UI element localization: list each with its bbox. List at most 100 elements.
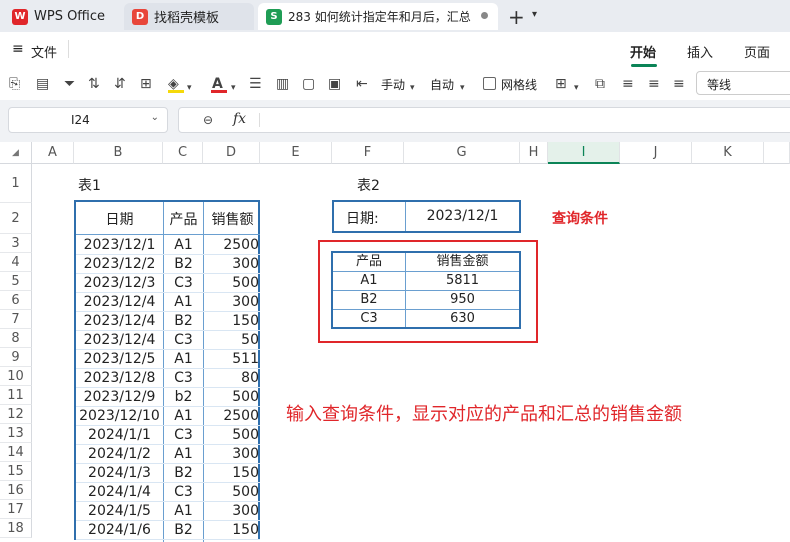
fx-icon[interactable]: fx [233,111,246,127]
comment-icon[interactable]: ▢ [302,75,315,93]
cell-date[interactable]: 2024/1/3 [76,464,163,483]
wrap-icon[interactable]: ☰ [249,75,262,93]
spreadsheet-grid[interactable]: ◢ A B C D E F G H I J K 1 2 3 4 5 6 7 8 … [0,142,790,542]
col-header[interactable]: E [260,142,332,164]
row-header[interactable]: 6 [0,291,32,310]
format-painter-icon[interactable]: ⎘ [9,75,20,93]
cell-sales[interactable]: 80 [204,369,259,388]
col-header[interactable]: C [163,142,203,164]
row-header[interactable]: 15 [0,462,32,481]
cell-sales[interactable]: 2500 [204,407,259,426]
sort-ascending-icon[interactable]: ⇅ [88,75,100,93]
row-col-icon[interactable]: ▣ [328,75,341,93]
cell-product[interactable]: B2 [164,521,203,540]
table-style-icon[interactable]: ⊞ [555,75,567,93]
align-center-icon[interactable]: ≡ [648,75,660,93]
cell-date[interactable]: 2023/12/4 [76,293,163,312]
cell-sales[interactable]: 300 [204,255,259,274]
clear-format-icon[interactable]: ⧉ [595,75,605,93]
col-header-selected[interactable]: I [548,142,620,164]
align-right-icon[interactable]: ≡ [673,75,685,93]
row-header[interactable]: 10 [0,367,32,386]
cell-date[interactable]: 2024/1/6 [76,521,163,540]
cell-product[interactable]: C3 [164,274,203,293]
row-header[interactable]: 17 [0,500,32,519]
chevron-down-icon[interactable]: ⌄ [151,112,159,123]
filter-icon[interactable]: ⏷ [64,75,75,93]
cell-date[interactable]: 2023/12/9 [76,388,163,407]
col-header[interactable] [764,142,790,164]
cell-date[interactable]: 2023/12/5 [76,350,163,369]
cell-date[interactable]: 2023/12/2 [76,255,163,274]
cell-sales[interactable]: 300 [204,502,259,521]
gridlines-checkbox[interactable] [483,77,496,90]
cell-date[interactable]: 2023/12/10 [76,407,163,426]
new-tab-button[interactable]: + [508,5,525,29]
date-input[interactable]: 2023/12/1 [406,208,519,224]
col-header[interactable]: A [32,142,74,164]
cell-date[interactable]: 2023/12/3 [76,274,163,293]
row-header[interactable]: 18 [0,519,32,538]
cell-sales[interactable]: 500 [204,274,259,293]
cell-sales[interactable]: 500 [204,483,259,502]
cell-sales[interactable]: 50 [204,331,259,350]
cell-date[interactable]: 2023/12/8 [76,369,163,388]
cell-product[interactable]: A1 [164,502,203,521]
cell-date[interactable]: 2023/12/4 [76,331,163,350]
tab-home[interactable]: 开始 [630,42,656,61]
cell-product[interactable]: C3 [164,483,203,502]
borders-icon[interactable]: ⊞ [140,75,152,93]
tab-wps-office[interactable]: W WPS Office [4,3,116,30]
cell-product[interactable]: A1 [164,445,203,464]
freeze-icon[interactable]: ▥ [276,75,289,93]
cell-date[interactable]: 2024/1/5 [76,502,163,521]
formula-input[interactable]: ⊖ fx [178,107,790,133]
row-header[interactable]: 2 [0,203,32,234]
cell-sales[interactable]: 511 [204,350,259,369]
row-header[interactable]: 14 [0,443,32,462]
cell-product[interactable]: C3 [164,331,203,350]
sort-descending-icon[interactable]: ⇵ [114,75,126,93]
cell-sales[interactable]: 150 [204,521,259,540]
chevron-down-icon[interactable]: ▾ [460,79,465,97]
col-header[interactable]: G [404,142,520,164]
name-box[interactable]: I24 ⌄ [8,107,168,133]
row-header[interactable]: 4 [0,253,32,272]
cell-sales[interactable]: 2500 [204,236,259,255]
auto-button[interactable]: 自动 [430,76,454,93]
row-header[interactable]: 9 [0,348,32,367]
tab-active-spreadsheet[interactable]: S 283 如何统计指定年和月后，汇总 [258,3,498,30]
cell-date[interactable]: 2023/12/4 [76,312,163,331]
col-header[interactable]: B [74,142,163,164]
col-header[interactable]: F [332,142,404,164]
row-header[interactable]: 7 [0,310,32,329]
chevron-down-icon[interactable]: ▾ [187,79,192,97]
row-header[interactable]: 5 [0,272,32,291]
col-header[interactable]: J [620,142,692,164]
tab-docer-templates[interactable]: D 找稻壳模板 [124,3,254,30]
col-header[interactable]: H [520,142,548,164]
tab-page[interactable]: 页面 [744,42,770,61]
cell-product[interactable]: A1 [164,350,203,369]
zoom-icon[interactable]: ⊖ [203,113,213,127]
cell-product[interactable]: C3 [164,369,203,388]
select-all-corner[interactable]: ◢ [0,142,32,164]
cell-product[interactable]: B2 [164,464,203,483]
cell-date[interactable]: 2023/12/1 [76,236,163,255]
row-header[interactable]: 1 [0,164,32,203]
col-header[interactable]: K [692,142,764,164]
cell-product[interactable]: B2 [164,312,203,331]
unsaved-dot-icon[interactable] [481,12,488,19]
cell-product[interactable]: b2 [164,388,203,407]
cell-product[interactable]: A1 [164,293,203,312]
row-header[interactable]: 3 [0,234,32,253]
cell-sales[interactable]: 300 [204,293,259,312]
col-header[interactable]: D [203,142,260,164]
row-header[interactable]: 8 [0,329,32,348]
paste-icon[interactable]: ▤ [36,75,49,93]
row-header[interactable]: 12 [0,405,32,424]
tab-insert[interactable]: 插入 [687,42,713,61]
cell-sales[interactable]: 500 [204,388,259,407]
cell-sales[interactable]: 150 [204,464,259,483]
cell-date[interactable]: 2024/1/2 [76,445,163,464]
